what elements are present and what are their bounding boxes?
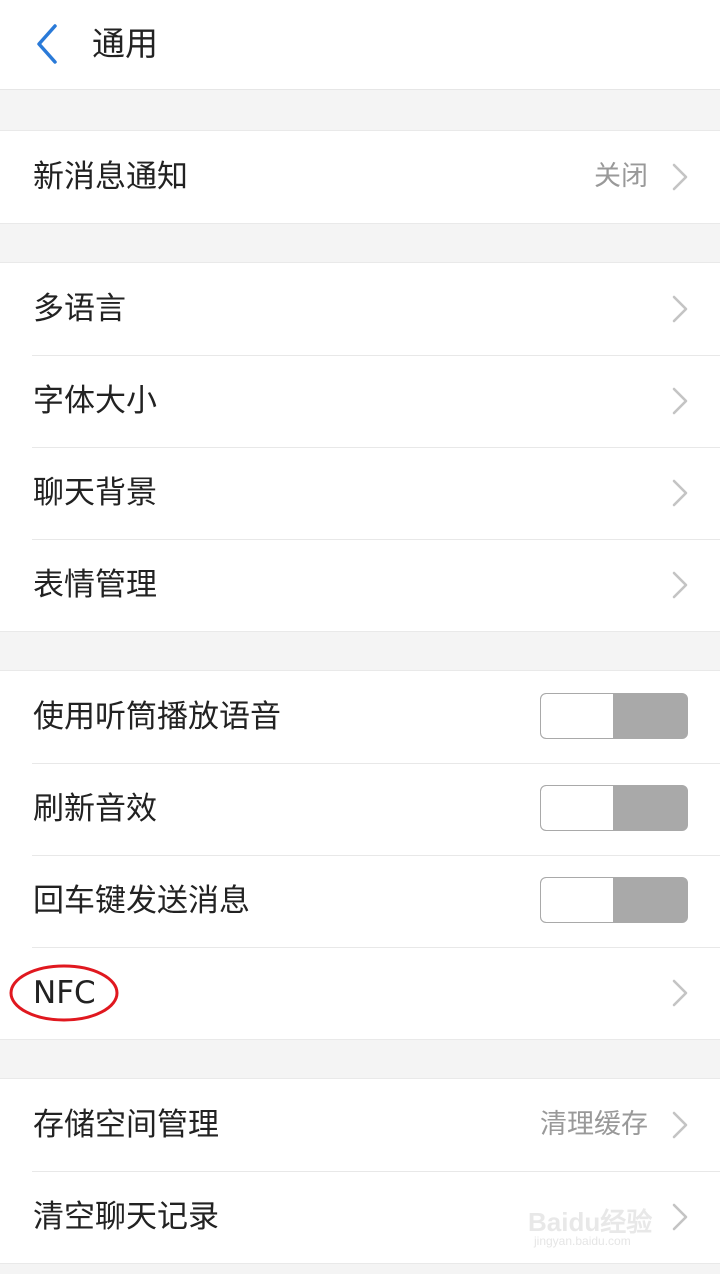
chevron-right-icon: [670, 1109, 690, 1141]
row-storage-management[interactable]: 存储空间管理 清理缓存: [0, 1079, 720, 1171]
chevron-right-icon: [670, 293, 690, 325]
row-nfc[interactable]: NFC: [0, 947, 720, 1039]
toggle-knob: [541, 786, 613, 830]
row-font-size[interactable]: 字体大小: [0, 355, 720, 447]
row-value: 关闭: [594, 161, 648, 192]
page-title: 通用: [92, 24, 158, 63]
annotation-circle: [8, 963, 120, 1023]
chevron-right-icon: [670, 161, 690, 193]
enter-to-send-toggle[interactable]: [540, 877, 688, 923]
chevron-right-icon: [670, 569, 690, 601]
row-label: 清空聊天记录: [33, 1199, 219, 1235]
row-earpiece-playback: 使用听筒播放语音: [0, 671, 720, 763]
row-label: 字体大小: [33, 383, 157, 419]
row-enter-to-send: 回车键发送消息: [0, 855, 720, 947]
earpiece-playback-toggle[interactable]: [540, 693, 688, 739]
row-label: 存储空间管理: [33, 1107, 219, 1143]
baidu-watermark-logo: Baidu经验 jingyan.baidu.com: [524, 1196, 684, 1254]
group-display: 多语言 字体大小 聊天背景 表情管理: [0, 262, 720, 632]
row-label: 回车键发送消息: [33, 883, 250, 919]
row-label: 新消息通知: [33, 159, 188, 195]
chevron-right-icon: [670, 477, 690, 509]
back-button[interactable]: [22, 18, 74, 70]
toggle-knob: [541, 878, 613, 922]
row-emoji-management[interactable]: 表情管理: [0, 539, 720, 631]
group-sound: 使用听筒播放语音 刷新音效 回车键发送消息 NFC: [0, 670, 720, 1040]
row-language[interactable]: 多语言: [0, 263, 720, 355]
row-chat-background[interactable]: 聊天背景: [0, 447, 720, 539]
row-value: 清理缓存: [540, 1109, 648, 1140]
row-label: 表情管理: [33, 567, 157, 603]
row-label: 使用听筒播放语音: [33, 699, 281, 735]
top-bar: 通用: [0, 0, 720, 90]
chevron-right-icon: [670, 977, 690, 1009]
back-arrow-icon: [37, 24, 57, 64]
toggle-knob: [541, 694, 613, 738]
divider: [32, 947, 720, 948]
watermark-subtext: jingyan.baidu.com: [534, 1234, 631, 1248]
refresh-sound-toggle[interactable]: [540, 785, 688, 831]
row-refresh-sound: 刷新音效: [0, 763, 720, 855]
group-notifications: 新消息通知 关闭: [0, 130, 720, 224]
row-label: 刷新音效: [33, 791, 157, 827]
chevron-right-icon: [670, 385, 690, 417]
row-label: 多语言: [33, 291, 126, 327]
row-label: 聊天背景: [33, 475, 157, 511]
row-new-message-notification[interactable]: 新消息通知 关闭: [0, 131, 720, 223]
